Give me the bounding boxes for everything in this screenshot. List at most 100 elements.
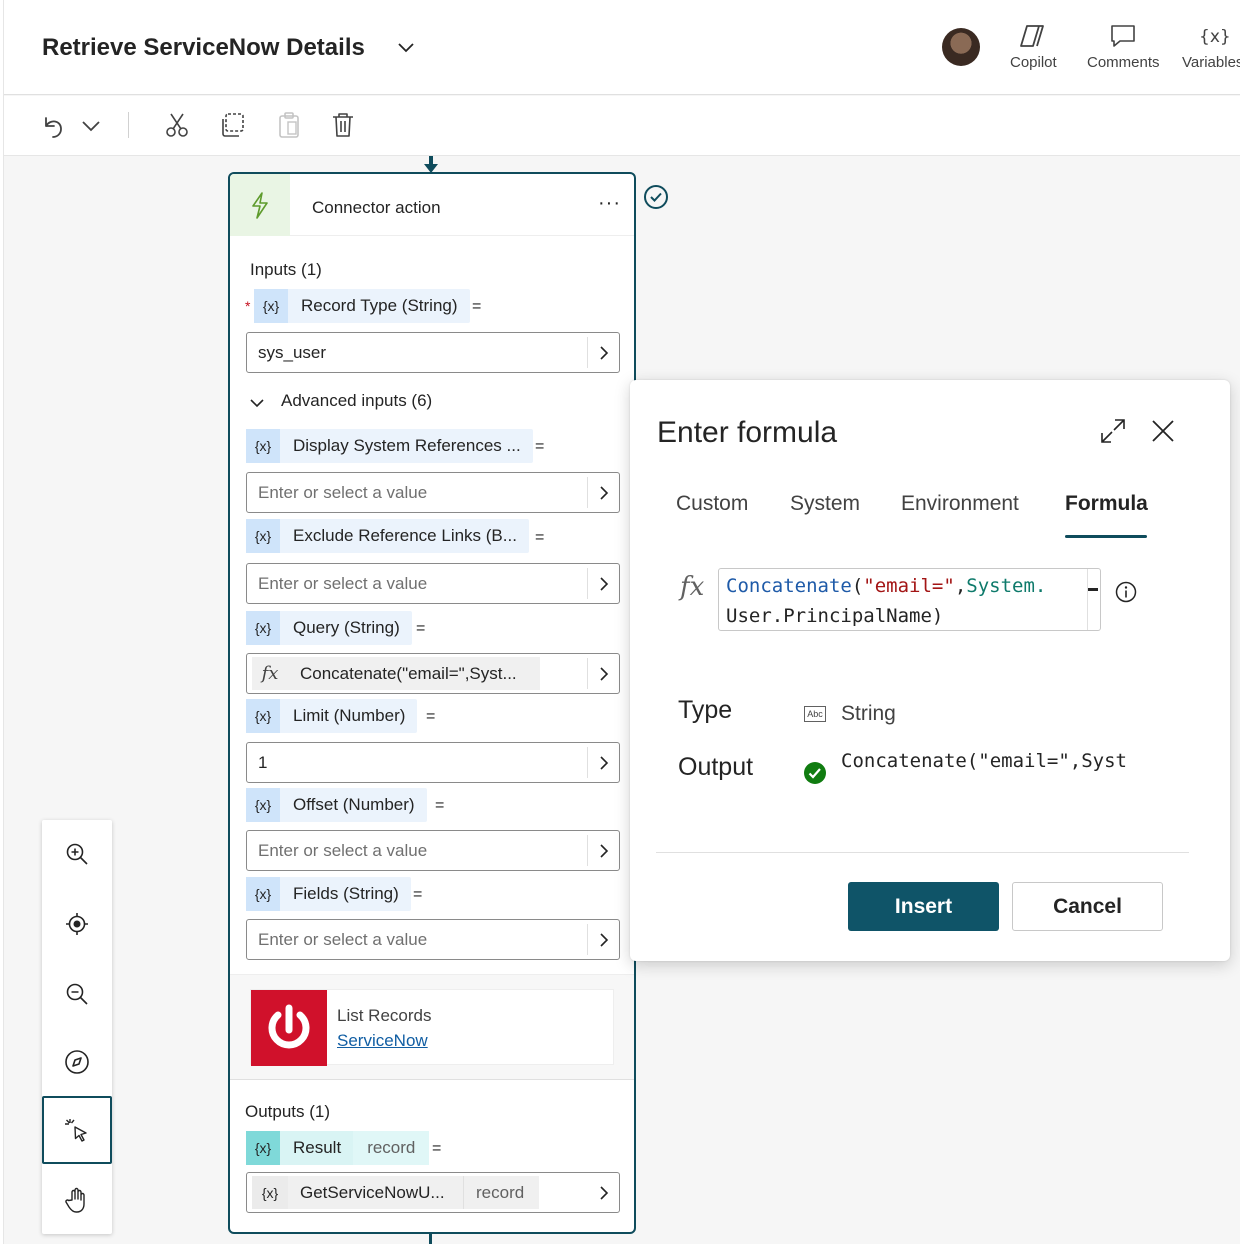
variable-pill-limit[interactable]: {x} Limit (Number) <box>246 699 418 733</box>
variables-button[interactable]: {x} Variables <box>1182 20 1240 71</box>
tab-formula[interactable]: Formula <box>1065 492 1148 516</box>
copilot-button[interactable]: Copilot <box>1010 20 1057 71</box>
insert-button[interactable]: Insert <box>848 882 999 931</box>
connector-link[interactable]: ServiceNow <box>337 1031 428 1051</box>
limit-field[interactable]: 1 <box>246 742 620 783</box>
variable-pill-fields[interactable]: {x} Fields (String) <box>246 877 411 911</box>
formula-line-1: Concatenate("email=",System. <box>726 571 1100 601</box>
variable-pill-query[interactable]: {x} Query (String) <box>246 611 412 645</box>
delete-icon[interactable] <box>328 110 358 140</box>
formula-comma: , <box>954 575 967 597</box>
cancel-button[interactable]: Cancel <box>1012 882 1163 931</box>
tab-environment[interactable]: Environment <box>901 492 1019 516</box>
page-title: Retrieve ServiceNow Details <box>42 34 365 61</box>
pill-label: Display System References ... <box>293 436 521 455</box>
app-header: Retrieve ServiceNow Details Copilot Comm… <box>4 0 1240 95</box>
field-divider <box>587 835 588 866</box>
zoom-out-button[interactable] <box>42 960 112 1028</box>
copy-icon[interactable] <box>218 110 248 140</box>
variable-icon: {x} <box>246 877 280 911</box>
recenter-button[interactable] <box>42 890 112 958</box>
zoom-in-button[interactable] <box>42 820 112 888</box>
chevron-right-icon[interactable] <box>597 842 611 860</box>
target-icon <box>66 913 88 935</box>
chevron-right-icon[interactable] <box>597 344 611 362</box>
formula-system-ref: System. <box>966 575 1047 597</box>
chevron-right-icon[interactable] <box>597 665 611 683</box>
variable-pill-exclude-reference-links[interactable]: {x} Exclude Reference Links (B... <box>246 519 529 553</box>
output-variable-type: record <box>463 1176 539 1209</box>
formula-value[interactable]: Concatenate("email=",Syst... <box>288 657 540 690</box>
toolbar-divider <box>128 112 129 138</box>
node-header: Connector action ··· <box>230 174 634 236</box>
hand-icon <box>65 1187 85 1213</box>
selected-tab-indicator <box>1065 535 1147 538</box>
variable-icon: {x} <box>246 519 280 553</box>
field-placeholder: Enter or select a value <box>258 930 428 949</box>
undo-icon[interactable] <box>38 110 68 140</box>
type-value: String <box>841 702 896 725</box>
zoom-in-icon <box>66 843 88 865</box>
select-mode-button[interactable] <box>42 1096 112 1164</box>
variable-icon: {x} <box>246 611 280 645</box>
editor-scrollbar[interactable] <box>1087 569 1088 630</box>
formula-editor[interactable]: Concatenate("email=",System. User.Princi… <box>718 568 1101 631</box>
formula-icon: fx <box>252 657 288 690</box>
formula-dialog: Enter formula Custom System Environment … <box>630 380 1230 961</box>
info-icon[interactable] <box>1114 580 1138 604</box>
formula-function: Concatenate <box>726 575 852 597</box>
power-icon <box>268 1004 310 1049</box>
output-pill-result[interactable]: {x} Result record <box>246 1131 430 1165</box>
tab-custom[interactable]: Custom <box>676 492 748 516</box>
chevron-down-icon[interactable] <box>76 110 106 140</box>
field-placeholder: Enter or select a value <box>258 574 428 593</box>
variable-icon: {x} <box>252 1176 288 1209</box>
equals-sign: = <box>413 886 423 903</box>
field-value: sys_user <box>258 343 327 362</box>
chevron-down-icon[interactable] <box>396 38 416 58</box>
exclude-reference-links-field[interactable]: Enter or select a value <box>246 563 620 604</box>
display-system-references-field[interactable]: Enter or select a value <box>246 472 620 513</box>
connector-action-name: List Records <box>337 1006 432 1025</box>
pill-label: Result <box>293 1138 342 1157</box>
chevron-down-icon[interactable] <box>248 394 266 412</box>
field-divider <box>587 337 588 368</box>
tab-system[interactable]: System <box>790 492 860 516</box>
expand-icon[interactable] <box>1098 416 1128 446</box>
minimap-button[interactable] <box>42 1028 112 1096</box>
connector-action-node[interactable]: Connector action ··· Inputs (1) * {x} Re… <box>228 172 636 1234</box>
inputs-heading: Inputs (1) <box>250 260 322 279</box>
copilot-icon <box>1020 25 1045 47</box>
close-icon[interactable] <box>1148 416 1178 446</box>
pan-mode-button[interactable] <box>42 1166 112 1234</box>
collapse-marker[interactable] <box>1088 588 1098 591</box>
field-divider <box>587 924 588 955</box>
record-type-field[interactable]: sys_user <box>246 332 620 373</box>
paste-icon[interactable] <box>274 110 304 140</box>
node-type-badge <box>230 174 290 236</box>
formula-paren: ) <box>931 605 944 627</box>
more-options-button[interactable]: ··· <box>598 192 621 215</box>
pill-label: Query (String) <box>293 618 400 637</box>
user-avatar[interactable] <box>942 28 980 66</box>
chevron-right-icon[interactable] <box>597 575 611 593</box>
cut-icon[interactable] <box>162 110 192 140</box>
query-field[interactable]: fx Concatenate("email=",Syst... <box>246 653 620 694</box>
chevron-right-icon[interactable] <box>597 1184 611 1202</box>
chevron-right-icon[interactable] <box>597 754 611 772</box>
field-divider <box>587 658 588 689</box>
variable-pill-record-type[interactable]: {x} Record Type (String) <box>254 289 470 323</box>
result-variable-field[interactable]: {x} GetServiceNowU... record <box>246 1172 620 1213</box>
offset-field[interactable]: Enter or select a value <box>246 830 620 871</box>
canvas-toolbar <box>4 96 1240 156</box>
chevron-right-icon[interactable] <box>597 931 611 949</box>
fields-field[interactable]: Enter or select a value <box>246 919 620 960</box>
status-check-icon <box>644 185 668 209</box>
output-label: Output <box>678 753 754 781</box>
comments-button[interactable]: Comments <box>1087 20 1160 71</box>
comment-icon <box>1111 25 1136 47</box>
chevron-right-icon[interactable] <box>597 484 611 502</box>
variable-pill-display-system-references[interactable]: {x} Display System References ... <box>246 429 533 463</box>
advanced-inputs-toggle[interactable]: Advanced inputs (6) <box>281 391 432 411</box>
variable-pill-offset[interactable]: {x} Offset (Number) <box>246 788 427 822</box>
